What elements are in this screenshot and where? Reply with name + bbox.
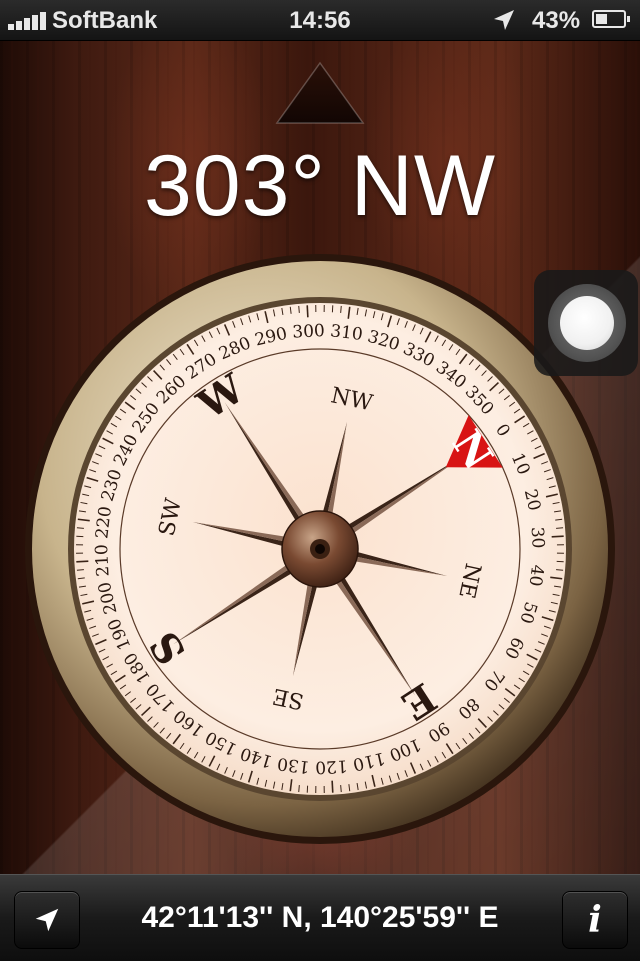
assistive-touch-dot-icon — [560, 296, 614, 350]
assistive-touch-button[interactable] — [534, 270, 638, 376]
gps-coordinates: 42°11'13'' N, 140°25'59'' E — [90, 901, 550, 935]
info-icon: i — [588, 899, 602, 941]
compass-pivot — [315, 544, 325, 554]
heading-degrees: 303° — [144, 137, 326, 236]
compass-dial: 0102030405060708090100110120130140150160… — [20, 249, 620, 849]
battery-icon — [592, 10, 626, 28]
locate-button[interactable] — [14, 891, 80, 949]
degree-tick — [299, 306, 300, 313]
degree-tick — [76, 561, 88, 562]
degree-tick — [556, 570, 563, 571]
battery-fill — [596, 14, 607, 24]
degree-tick — [341, 306, 342, 313]
compass-stage[interactable]: 303° NW 0102030405 — [0, 41, 640, 874]
location-arrow-icon — [32, 905, 62, 935]
degree-tick — [556, 528, 563, 529]
degree-tick — [77, 570, 84, 571]
location-arrow-icon — [492, 8, 516, 32]
battery-percent: 43% — [532, 7, 580, 35]
degree-label: 300 — [292, 321, 325, 343]
degree-tick — [307, 305, 308, 317]
heading-direction: NW — [351, 137, 496, 236]
degree-tick — [552, 536, 564, 537]
degree-label: 210 — [92, 544, 114, 577]
degree-tick — [77, 528, 84, 529]
degree-label: 310 — [329, 321, 364, 345]
status-bar: SoftBank 14:56 43% — [0, 0, 640, 41]
degree-tick — [332, 781, 333, 793]
heading-pointer-triangle-icon — [275, 61, 365, 125]
degree-label: 30 — [527, 526, 548, 549]
info-button[interactable]: i — [562, 891, 628, 949]
degree-label: 220 — [92, 505, 116, 540]
degree-label: 120 — [315, 755, 348, 777]
degree-label: 40 — [525, 564, 547, 588]
degree-tick — [341, 785, 342, 792]
degree-tick — [299, 785, 300, 792]
bottom-toolbar: 42°11'13'' N, 140°25'59'' E i — [0, 874, 640, 961]
degree-label: 130 — [276, 753, 311, 777]
heading-readout: 303° NW — [0, 137, 640, 236]
